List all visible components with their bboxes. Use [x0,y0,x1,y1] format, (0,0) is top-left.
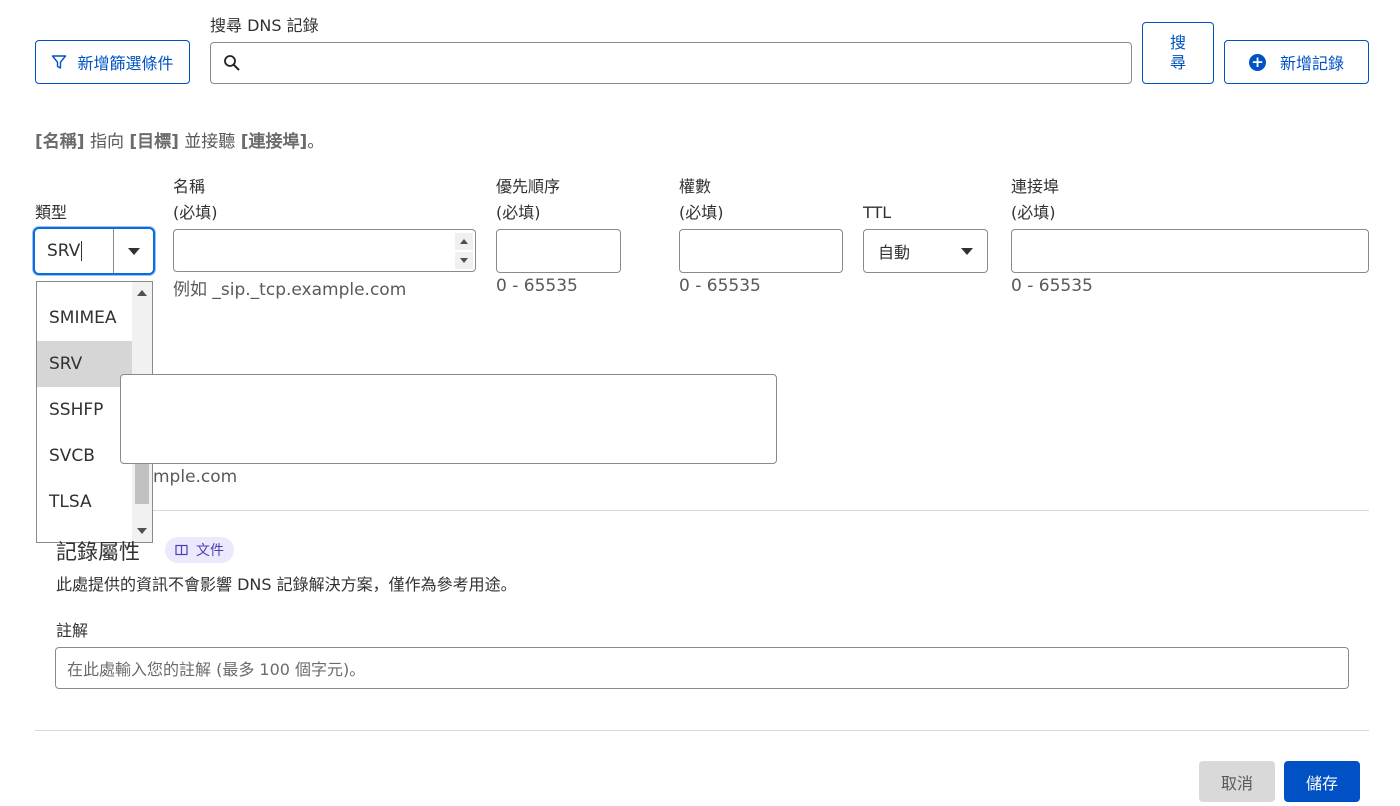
type-value-text: SRV [47,241,81,261]
type-label: 類型 [35,203,68,222]
documentation-label: 文件 [196,543,224,559]
type-dropdown-toggle[interactable] [113,229,153,273]
type-select[interactable]: SRV [33,227,155,275]
description-port: [連接埠] [240,132,308,152]
port-hint: 0 - 65535 [1011,276,1093,296]
cancel-button[interactable]: 取消 [1199,761,1275,802]
spin-down-icon[interactable] [455,252,473,269]
priority-input[interactable] [496,229,621,273]
type-option-svcb[interactable]: SVCB [37,433,132,479]
type-value[interactable]: SRV [35,229,113,273]
name-hint: 例如 _sip._tcp.example.com [173,280,407,300]
add-record-button[interactable]: + 新增記錄 [1224,40,1369,84]
name-spinner[interactable] [455,232,473,270]
comment-label: 註解 [56,621,89,640]
record-attributes-description: 此處提供的資訊不會影響 DNS 記錄解決方案，僅作為參考用途。 [56,575,517,594]
search-input[interactable] [210,42,1132,84]
record-description: [名稱] 指向 [目標] 並接聽 [連接埠]。 [35,127,324,152]
weight-label: 權數 [679,177,712,196]
add-filter-button[interactable]: 新增篩選條件 [35,40,190,84]
book-icon [175,544,188,556]
save-button[interactable]: 儲存 [1284,761,1360,802]
documentation-link[interactable]: 文件 [165,537,234,563]
port-input[interactable] [1011,229,1369,273]
scroll-down-arrow-icon[interactable] [137,528,147,534]
type-option-smimea[interactable]: SMIMEA [37,295,132,341]
description-end: 。 [307,132,325,152]
weight-hint: 0 - 65535 [679,276,761,296]
add-filter-label: 新增篩選條件 [77,54,174,73]
search-icon [224,55,240,71]
comment-input[interactable]: 在此處輸入您的註解 (最多 100 個字元)。 [55,647,1349,689]
filter-icon [52,55,67,69]
search-button-line1: 搜 [1169,33,1186,52]
type-option-sshfp[interactable]: SSHFP [37,387,132,433]
footer-divider [35,730,1369,731]
target-hint: mple.com [153,467,238,487]
comment-placeholder: 在此處輸入您的註解 (最多 100 個字元)。 [67,660,366,679]
search-button-line2: 尋 [1169,53,1186,72]
priority-label: 優先順序 [496,177,561,196]
name-input[interactable] [173,229,476,272]
chevron-down-icon [961,247,973,255]
type-option-srv[interactable]: SRV [37,341,132,387]
type-option-tlsa[interactable]: TLSA [37,479,132,525]
port-required: (必填) [1011,203,1056,222]
section-divider [153,510,1369,511]
name-label: 名稱 [173,177,206,196]
spin-up-icon[interactable] [455,233,473,250]
weight-required: (必填) [679,203,724,222]
name-required: (必填) [173,203,218,222]
port-label: 連接埠 [1011,177,1060,196]
add-record-label: 新增記錄 [1279,54,1344,73]
description-text-2: 並接聽 [178,132,241,152]
description-text-1: 指向 [84,132,130,152]
record-attributes-title: 記錄屬性 [56,540,140,564]
target-input[interactable] [120,374,777,464]
ttl-value: 自動 [878,243,911,262]
priority-hint: 0 - 65535 [496,276,578,296]
description-name: [名稱] [35,132,85,152]
priority-required: (必填) [496,203,541,222]
weight-input[interactable] [679,229,843,273]
search-label: 搜尋 DNS 記錄 [210,16,319,35]
text-cursor [81,241,83,261]
ttl-select[interactable]: 自動 [863,229,988,273]
description-target: [目標] [129,132,179,152]
plus-circle-icon: + [1248,53,1266,71]
scroll-up-arrow-icon[interactable] [137,290,147,296]
search-button[interactable]: 搜 尋 [1142,22,1214,84]
ttl-label: TTL [863,203,892,222]
chevron-down-icon [127,247,140,255]
